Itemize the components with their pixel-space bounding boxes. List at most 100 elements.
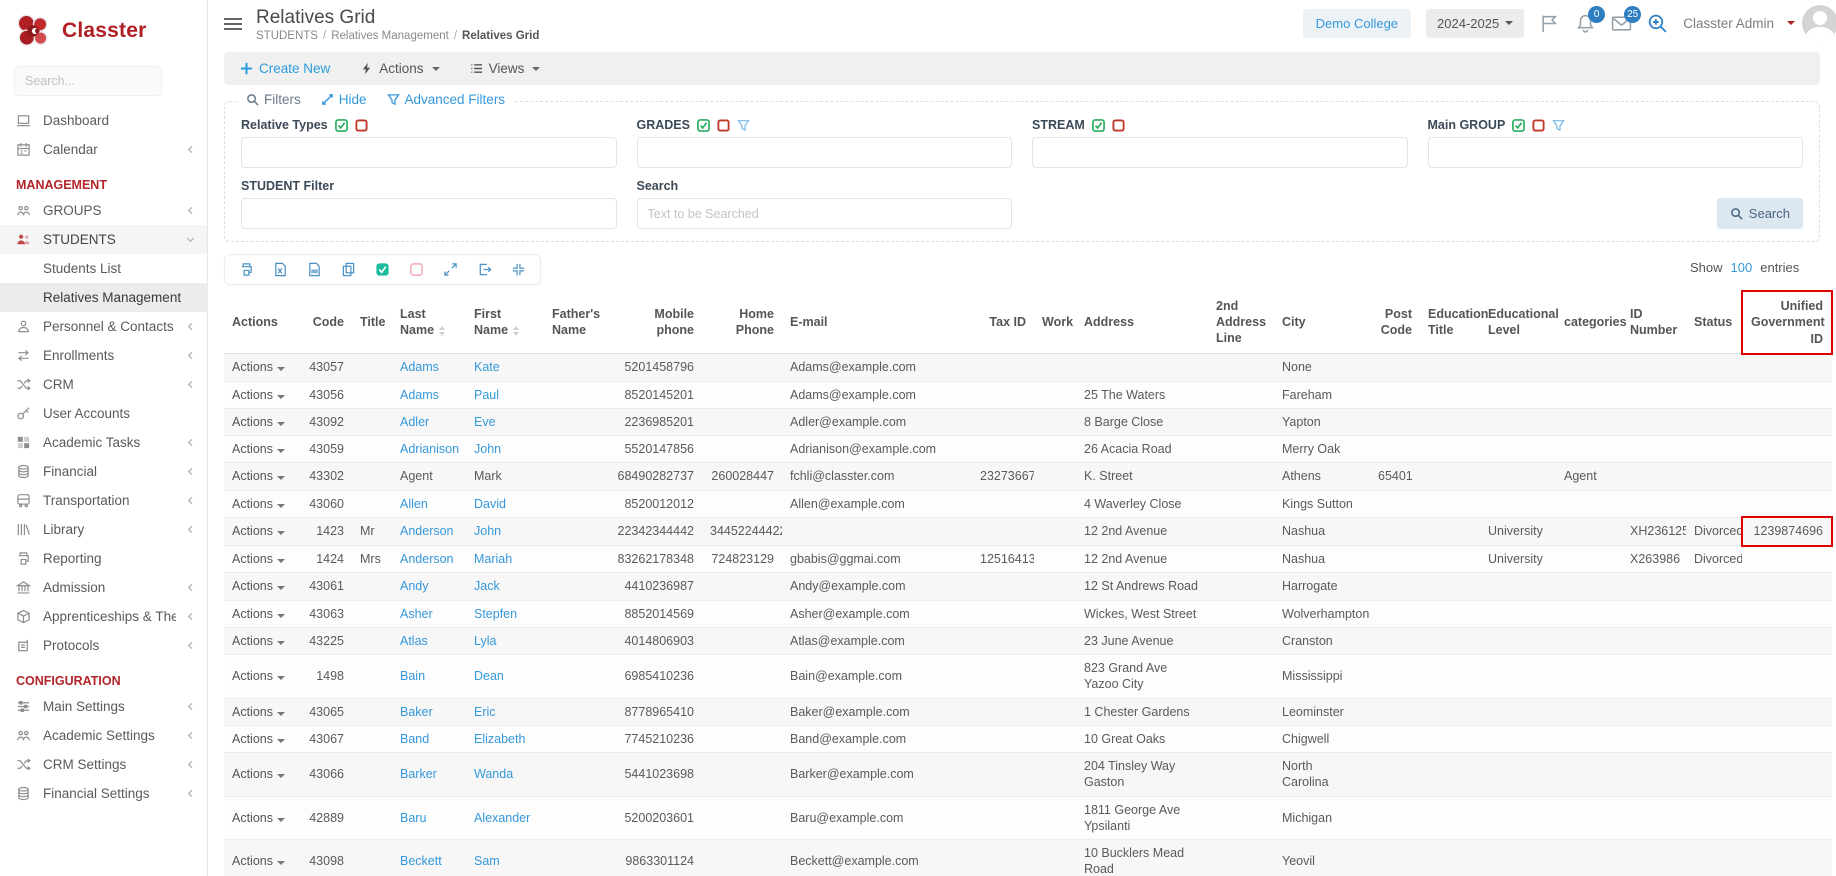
sidebar-subitem-students-list[interactable]: Students List — [0, 254, 207, 283]
row-actions-button[interactable]: Actions — [232, 579, 285, 593]
sidebar-item-financial-settings[interactable]: Financial Settings — [0, 779, 207, 808]
row-actions-button[interactable]: Actions — [232, 415, 285, 429]
row-actions-button[interactable]: Actions — [232, 524, 285, 538]
last_name-link[interactable]: Baru — [400, 811, 426, 825]
excel-export-icon[interactable] — [273, 262, 288, 277]
col-header-first-name[interactable]: First Name — [466, 291, 544, 354]
select-all-icon[interactable] — [375, 262, 390, 277]
sidebar-item-apprenticeships-thesis[interactable]: Apprenticeships & Thesis — [0, 602, 207, 631]
page-size-select[interactable]: 100 — [1731, 260, 1753, 275]
sidebar-item-personnel-contacts[interactable]: Personnel & Contacts — [0, 312, 207, 341]
last_name-link[interactable]: Adams — [400, 360, 439, 374]
sidebar-item-main-settings[interactable]: Main Settings — [0, 692, 207, 721]
deselect-all-icon[interactable] — [409, 262, 424, 277]
sidebar-item-crm[interactable]: CRM — [0, 370, 207, 399]
row-actions-button[interactable]: Actions — [232, 669, 285, 683]
sidebar-item-protocols[interactable]: Protocols — [0, 631, 207, 660]
zoom-in-icon[interactable] — [1647, 13, 1668, 34]
sidebar-item-academic-tasks[interactable]: Academic Tasks — [0, 428, 207, 457]
row-actions-button[interactable]: Actions — [232, 497, 285, 511]
breadcrumb-students[interactable]: STUDENTS — [256, 30, 318, 42]
logo[interactable]: Classter — [0, 0, 207, 58]
row-actions-button[interactable]: Actions — [232, 811, 285, 825]
institution-button[interactable]: Demo College — [1303, 9, 1411, 38]
exclude-square-icon[interactable] — [1112, 119, 1125, 132]
last_name-link[interactable]: Asher — [400, 607, 433, 621]
first_name-link[interactable]: Wanda — [474, 767, 513, 781]
compress-icon[interactable] — [511, 262, 526, 277]
sidebar-subitem-relatives-management[interactable]: Relatives Management — [0, 283, 207, 312]
last_name-link[interactable]: Anderson — [400, 552, 454, 566]
sidebar-item-academic-settings[interactable]: Academic Settings — [0, 721, 207, 750]
create-new-button[interactable]: Create New — [240, 61, 330, 76]
include-check-icon[interactable] — [1092, 119, 1105, 132]
first_name-link[interactable]: Sam — [474, 854, 500, 868]
first_name-link[interactable]: Lyla — [474, 634, 496, 648]
row-actions-button[interactable]: Actions — [232, 442, 285, 456]
filter-search-input[interactable] — [637, 198, 1013, 229]
sidebar-item-library[interactable]: Library — [0, 515, 207, 544]
sidebar-item-crm-settings[interactable]: CRM Settings — [0, 750, 207, 779]
copy-icon[interactable] — [341, 262, 356, 277]
advanced-filters-button[interactable]: Advanced Filters — [387, 92, 506, 107]
last_name-link[interactable]: Adrianison — [400, 442, 459, 456]
first_name-link[interactable]: Dean — [474, 669, 504, 683]
sidebar-item-transportation[interactable]: Transportation — [0, 486, 207, 515]
funnel-filter-icon[interactable] — [1552, 119, 1565, 132]
last_name-link[interactable]: Bain — [400, 669, 425, 683]
row-actions-button[interactable]: Actions — [232, 854, 285, 868]
flag-icon[interactable] — [1539, 13, 1560, 34]
sidebar-item-user-accounts[interactable]: User Accounts — [0, 399, 207, 428]
menu-toggle-icon[interactable] — [224, 15, 242, 33]
first_name-link[interactable]: Mariah — [474, 552, 512, 566]
include-check-icon[interactable] — [335, 119, 348, 132]
last_name-link[interactable]: Anderson — [400, 524, 454, 538]
first_name-link[interactable]: Alexander — [474, 811, 530, 825]
first_name-link[interactable]: Eric — [474, 705, 496, 719]
row-actions-button[interactable]: Actions — [232, 705, 285, 719]
last_name-link[interactable]: Band — [400, 732, 429, 746]
filter-student-filter-input[interactable] — [241, 198, 617, 229]
first_name-link[interactable]: Jack — [474, 579, 500, 593]
hide-filters-button[interactable]: Hide — [321, 92, 367, 107]
views-dropdown[interactable]: Views — [470, 61, 541, 76]
row-actions-button[interactable]: Actions — [232, 469, 285, 483]
exclude-square-icon[interactable] — [355, 119, 368, 132]
first_name-link[interactable]: David — [474, 497, 506, 511]
row-actions-button[interactable]: Actions — [232, 607, 285, 621]
sidebar-item-admission[interactable]: Admission — [0, 573, 207, 602]
print-icon[interactable] — [239, 262, 254, 277]
last_name-link[interactable]: Beckett — [400, 854, 442, 868]
user-menu[interactable]: Classter Admin — [1683, 5, 1822, 41]
row-actions-button[interactable]: Actions — [232, 767, 285, 781]
include-check-icon[interactable] — [697, 119, 710, 132]
exclude-square-icon[interactable] — [717, 119, 730, 132]
sidebar-item-groups[interactable]: GROUPS — [0, 196, 207, 225]
messages-envelope-icon[interactable]: 25 — [1611, 13, 1632, 34]
export-icon[interactable] — [477, 262, 492, 277]
first_name-link[interactable]: Eve — [474, 415, 496, 429]
first_name-link[interactable]: Paul — [474, 388, 499, 402]
first_name-link[interactable]: Stepfen — [474, 607, 517, 621]
last_name-link[interactable]: Allen — [400, 497, 428, 511]
notifications-bell-icon[interactable]: 0 — [1575, 13, 1596, 34]
csv-export-icon[interactable] — [307, 262, 322, 277]
last_name-link[interactable]: Adler — [400, 415, 429, 429]
sidebar-item-reporting[interactable]: Reporting — [0, 544, 207, 573]
col-header-last-name[interactable]: Last Name — [392, 291, 466, 354]
row-actions-button[interactable]: Actions — [232, 732, 285, 746]
filter-relative-types-input[interactable] — [241, 137, 617, 168]
sidebar-item-dashboard[interactable]: Dashboard — [0, 106, 207, 135]
filter-stream-input[interactable] — [1032, 137, 1408, 168]
last_name-link[interactable]: Baker — [400, 705, 433, 719]
sidebar-search-input[interactable] — [14, 66, 162, 96]
last_name-link[interactable]: Barker — [400, 767, 437, 781]
exclude-square-icon[interactable] — [1532, 119, 1545, 132]
first_name-link[interactable]: Elizabeth — [474, 732, 525, 746]
academic-year-select[interactable]: 2024-2025 — [1426, 9, 1524, 38]
funnel-filter-icon[interactable] — [737, 119, 750, 132]
expand-icon[interactable] — [443, 262, 458, 277]
breadcrumb-relatives-management[interactable]: Relatives Management — [331, 30, 449, 42]
sidebar-item-calendar[interactable]: Calendar — [0, 135, 207, 164]
search-button[interactable]: Search — [1717, 198, 1803, 229]
